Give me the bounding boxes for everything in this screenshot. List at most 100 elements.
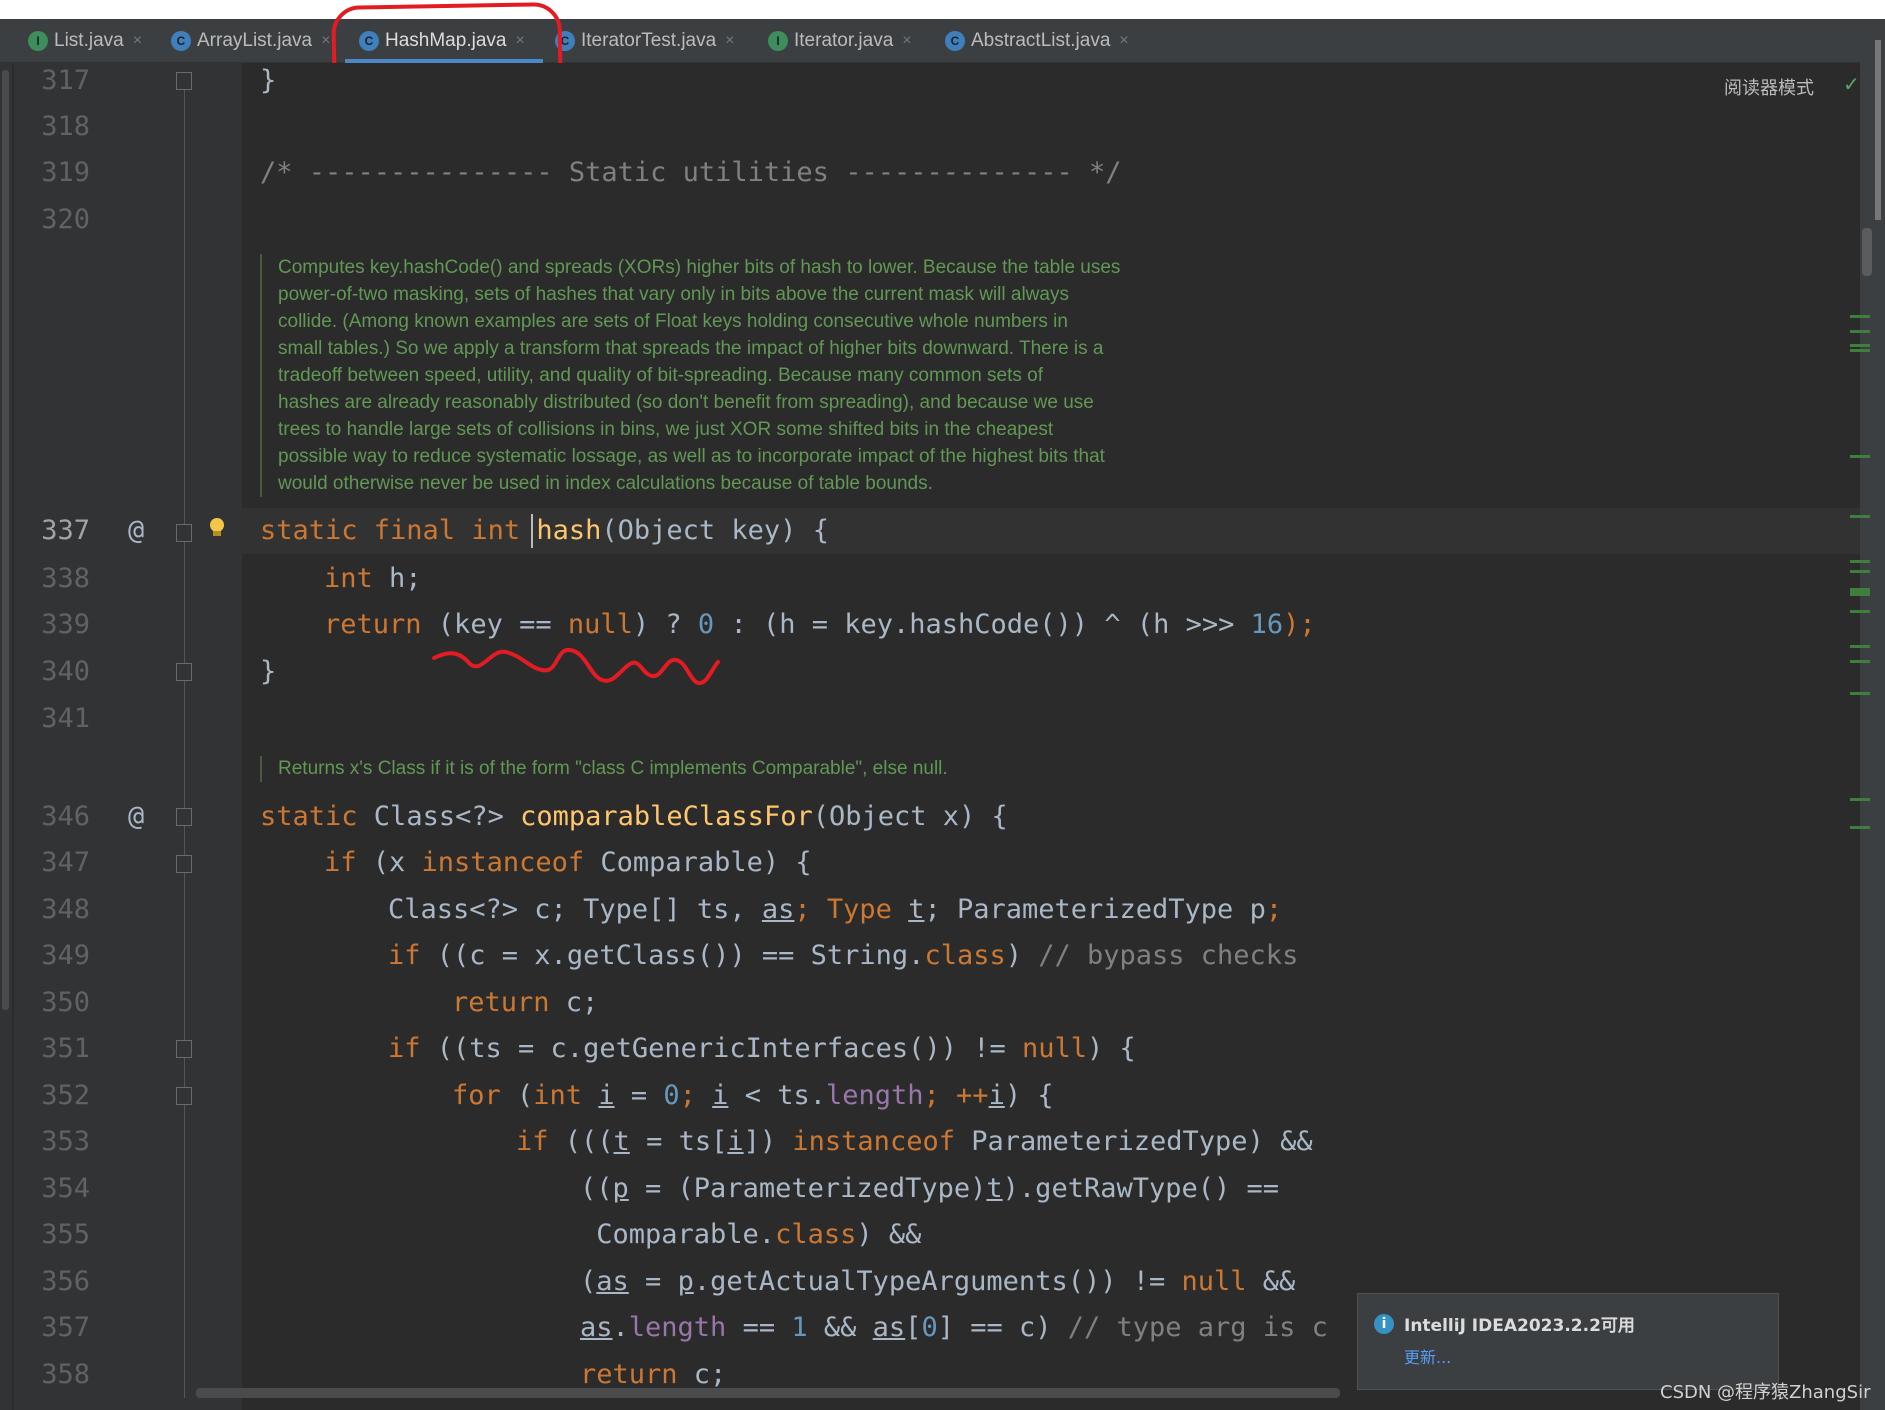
code-line-354: ((p = (ParameterizedType)t).getRawType()… [580,1173,1280,1204]
class-icon: C [171,30,191,51]
reader-mode-toggle[interactable]: 阅读器模式 [1724,74,1814,100]
line-number: 338 [41,563,90,594]
error-stripe-marker[interactable] [1850,660,1870,663]
error-stripe-marker[interactable] [1850,610,1870,613]
code-line-319: /* --------------- Static utilities ----… [260,157,1122,188]
line-number: 351 [41,1033,90,1064]
code-line-355: Comparable.class) && [580,1219,922,1250]
line-number: 350 [41,987,90,1018]
window-top-strip [0,0,1885,19]
fold-icon[interactable] [176,1040,192,1058]
interface-icon: I [768,30,788,51]
line-number: 356 [41,1266,90,1297]
tab-label: IteratorTest.java [581,29,717,51]
tab-label: AbstractList.java [971,29,1111,51]
error-stripe-marker[interactable] [1850,560,1870,563]
error-stripe-marker[interactable] [1850,455,1870,458]
code-line-346: static Class<?> comparableClassFor(Objec… [260,801,1008,832]
line-number: 346 [41,801,90,832]
code-line-352: for (int i = 0; i < ts.length; ++i) { [452,1080,1054,1111]
close-icon[interactable]: × [321,32,330,50]
error-stripe-marker[interactable] [1850,315,1870,318]
code-line-349: if ((c = x.getClass()) == String.class) … [388,940,1299,971]
line-number: 339 [41,609,90,640]
close-icon[interactable]: × [1119,32,1128,50]
line-number: 337 [41,515,90,546]
close-icon[interactable]: × [725,32,734,50]
error-stripe-marker[interactable] [1850,570,1870,573]
doc-comment-hash: Computes key.hashCode() and spreads (XOR… [260,254,1218,497]
watermark: CSDN @程序猿ZhangSir [1660,1382,1871,1403]
line-number: 341 [41,703,90,734]
code-line-340: } [260,656,277,687]
tab-label: ArrayList.java [197,29,313,51]
fold-icon[interactable] [176,72,192,90]
code-line-338: int h; [324,563,422,594]
code-line-350: return c; [452,987,599,1018]
fold-icon[interactable] [176,855,192,873]
line-number: 355 [41,1219,90,1250]
line-number: 358 [41,1359,90,1390]
line-number: 354 [41,1173,90,1204]
update-link[interactable]: 更新... [1404,1344,1451,1368]
code-line-353: if (((t = ts[i]) instanceof Parameterize… [516,1126,1313,1157]
code-line-337: static final int hash(Object key) { [260,515,829,546]
lightbulb-base [213,531,221,536]
line-number: 318 [41,111,90,142]
tab-label: Iterator.java [794,29,894,51]
line-number: 353 [41,1126,90,1157]
red-underline-annotation [432,648,720,686]
horizontal-scrollbar[interactable] [196,1388,1340,1398]
error-stripe-marker[interactable] [1850,344,1870,347]
line-number: 352 [41,1080,90,1111]
line-number: 340 [41,656,90,687]
error-stripe-marker[interactable] [1850,826,1870,829]
right-tool-window-label[interactable] [1875,40,1881,220]
notification-title: IntelliJ IDEA2023.2.2可用 [1404,1316,1635,1336]
code-line-351: if ((ts = c.getGenericInterfaces()) != n… [388,1033,1136,1064]
lightbulb-icon[interactable] [210,518,224,532]
fold-icon[interactable] [176,808,192,826]
error-stripe-marker[interactable] [1850,588,1870,596]
tab-iteratortest-java[interactable]: C IteratorTest.java × [555,19,735,62]
error-stripe-marker[interactable] [1850,515,1870,518]
tab-iterator-java[interactable]: I Iterator.java × [768,19,912,62]
code-line-356: (as = p.getActualTypeArguments()) != nul… [580,1266,1296,1297]
line-number: 357 [41,1312,90,1343]
close-icon[interactable]: × [133,32,142,50]
line-number: 349 [41,940,90,971]
line-number: 319 [41,157,90,188]
error-stripe-marker[interactable] [1850,798,1870,801]
code-line-347: if (x instanceof Comparable) { [324,847,812,878]
code-line-317: } [260,65,277,96]
code-line-357: as.length == 1 && as[0] == c) // type ar… [580,1312,1328,1343]
close-icon[interactable]: × [902,32,911,50]
override-marker-icon[interactable]: @ [128,508,144,554]
override-marker-icon[interactable]: @ [128,794,144,840]
tab-arraylist-java[interactable]: C ArrayList.java × [171,19,330,62]
line-number: 347 [41,847,90,878]
line-number: 320 [41,204,90,235]
error-stripe-marker[interactable] [1850,692,1870,695]
fold-icon[interactable] [176,1087,192,1105]
fold-icon[interactable] [176,524,192,542]
line-number: 348 [41,894,90,925]
check-icon: ✓ [1843,72,1860,96]
line-number: 317 [41,65,90,96]
info-icon: i [1374,1314,1394,1334]
error-stripe-marker[interactable] [1850,349,1870,352]
tab-label: List.java [54,29,124,51]
fold-icon[interactable] [176,663,192,681]
vertical-scrollbar[interactable] [1862,228,1872,276]
update-notification[interactable]: i IntelliJ IDEA2023.2.2可用 更新... [1357,1293,1779,1390]
error-stripe-marker[interactable] [1850,330,1870,333]
tab-abstractlist-java[interactable]: C AbstractList.java × [945,19,1129,62]
text-caret [531,514,533,548]
error-stripe-marker[interactable] [1850,645,1870,648]
code-line-348: Class<?> c; Type[] ts, as; Type t; Param… [388,894,1283,925]
tab-list-java[interactable]: I List.java × [28,19,142,62]
interface-icon: I [28,30,48,51]
doc-comment-comparable: Returns x's Class if it is of the form "… [260,756,1218,782]
editor-tab-bar: I List.java × C ArrayList.java × C HashM… [0,19,1885,63]
abstract-class-icon: C [945,30,965,51]
